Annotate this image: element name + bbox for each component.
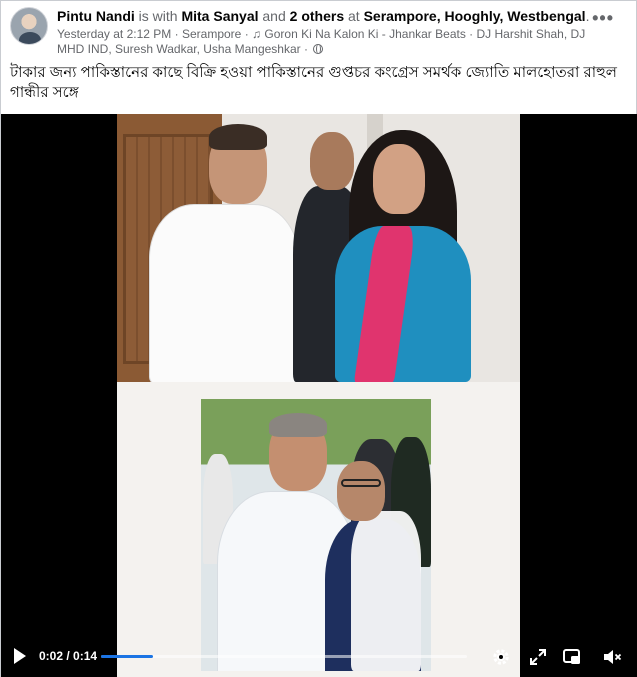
settings-icon[interactable]: [491, 647, 511, 667]
man-tshirt-hair: [269, 413, 327, 437]
progress-bar[interactable]: [101, 655, 467, 658]
others-link[interactable]: 2 others: [290, 8, 344, 24]
video-frame: [117, 114, 520, 677]
music-icon: ♫: [252, 27, 262, 41]
time-total: 0:14: [73, 649, 98, 663]
post-caption: টাকার জন্য পাকিস্তানের কাছে বিক্রি হওয়া…: [10, 64, 617, 101]
photo-top: [117, 114, 520, 382]
with-text: is with: [134, 8, 182, 24]
globe-icon: [313, 44, 324, 54]
progress-fill: [101, 655, 154, 658]
video-player[interactable]: 0:02 / 0:14: [1, 114, 637, 677]
author-name[interactable]: Pintu Nandi: [57, 8, 135, 24]
man-white-shirt-hair: [209, 124, 267, 150]
play-icon[interactable]: [14, 648, 26, 664]
more-icon[interactable]: •••: [592, 9, 614, 27]
author-avatar[interactable]: [10, 7, 48, 45]
man-white-shirt-body: [149, 204, 299, 382]
post-attribution: Pintu Nandi is with Mita Sanyal and 2 ot…: [57, 7, 589, 25]
post-timestamp[interactable]: Yesterday at 2:12 PM: [57, 27, 171, 41]
woman-glasses: [341, 479, 381, 487]
and-text: and: [258, 8, 290, 24]
woman-head: [337, 461, 385, 521]
facebook-post: Pintu Nandi is with Mita Sanyal and 2 ot…: [0, 0, 637, 677]
video-controls: 0:02 / 0:14: [1, 638, 637, 677]
location-link[interactable]: Serampore, Hooghly, Westbengal: [364, 8, 586, 24]
time-separator: /: [63, 649, 74, 663]
volume-muted-icon[interactable]: [602, 647, 622, 667]
expand-icon[interactable]: [528, 647, 548, 667]
post-header: Pintu Nandi is with Mita Sanyal and 2 ot…: [1, 1, 636, 63]
meta-separator: ·: [174, 27, 179, 41]
post-meta: Yesterday at 2:12 PM · Serampore · ♫ Gor…: [57, 27, 597, 57]
tagged-person[interactable]: Mita Sanyal: [181, 8, 258, 24]
meta-separator: ·: [303, 42, 308, 56]
post-place[interactable]: Serampore: [182, 27, 241, 41]
guard-head: [310, 132, 354, 190]
woman-head: [373, 144, 425, 214]
photo-bottom: [201, 399, 431, 671]
at-text: at: [344, 8, 364, 24]
video-time: 0:02 / 0:14: [39, 649, 97, 663]
meta-separator: ·: [244, 27, 249, 41]
location-period: .: [585, 8, 590, 24]
picture-in-picture-icon[interactable]: [562, 647, 582, 667]
time-current: 0:02: [39, 649, 64, 663]
